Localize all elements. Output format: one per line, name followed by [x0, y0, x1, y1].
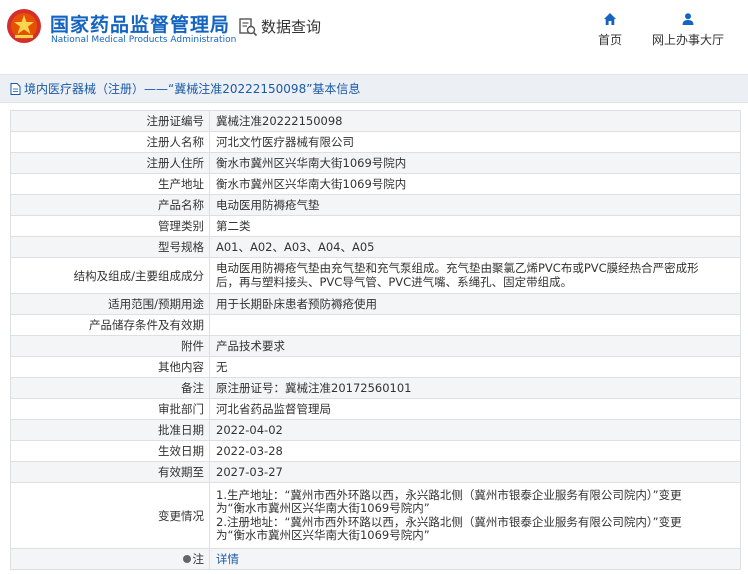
field-label: 产品名称 — [10, 194, 210, 216]
field-label-note: 注 — [10, 548, 210, 570]
field-value: 原注册证号：冀械注准20172560101 — [209, 377, 741, 399]
site-header: 国家药品监督管理局 National Medical Products Admi… — [0, 0, 748, 62]
field-value-line: 为“衡水市冀州区兴华南大街1069号院内” — [216, 528, 430, 542]
field-value: 详情 — [209, 548, 741, 570]
field-label: 注册人住所 — [10, 152, 210, 174]
field-label: 批准日期 — [10, 419, 210, 441]
row-structure-composition: 结构及组成/主要组成成分 电动医用防褥疮气垫由充气垫和充气泵组成。充气垫由聚氯乙… — [10, 257, 741, 294]
row-product-name: 产品名称 电动医用防褥疮气垫 — [10, 194, 741, 216]
row-registration-number: 注册证编号 冀械注准20222150098 — [10, 110, 741, 132]
field-value-line: 后，再与塑料接头、PVC导气管、PVC进气嘴、系绳孔、固定带组成。 — [216, 274, 573, 289]
row-model-spec: 型号规格 A01、A02、A03、A04、A05 — [10, 236, 741, 258]
field-label: 有效期至 — [10, 461, 210, 483]
field-label: 型号规格 — [10, 236, 210, 258]
field-value-line: 电动医用防褥疮气垫由充气垫和充气泵组成。充气垫由聚氯乙烯PVC布或PVC膜经热合… — [216, 261, 699, 275]
site-name-en[interactable]: National Medical Products Administration — [51, 35, 236, 45]
row-approval-department: 审批部门 河北省药品监督管理局 — [10, 398, 741, 420]
field-value: 电动医用防褥疮气垫 — [209, 194, 741, 216]
field-value: 2022-04-02 — [209, 419, 741, 441]
field-value — [209, 314, 741, 336]
field-label: 其他内容 — [10, 356, 210, 378]
row-management-category: 管理类别 第二类 — [10, 215, 741, 237]
field-value: 河北省药品监督管理局 — [209, 398, 741, 420]
home-icon — [604, 13, 616, 25]
row-note: 注 详情 — [10, 548, 741, 570]
field-value: 用于长期卧床患者预防褥疮使用 — [209, 293, 741, 315]
site-name-cn[interactable]: 国家药品监督管理局 — [50, 10, 230, 37]
breadcrumb: 境内医疗器械（注册）——“冀械注准20222150098”基本信息 — [0, 74, 748, 103]
field-label: 管理类别 — [10, 215, 210, 237]
row-effective-date: 生效日期 2022-03-28 — [10, 440, 741, 462]
field-label: 变更情况 — [10, 482, 210, 549]
field-value-line: 2.注册地址：“冀州市西外环路以西，永兴路北侧（冀州市银泰企业服务有限公司院内）… — [216, 514, 682, 529]
row-remarks: 备注 原注册证号：冀械注准20172560101 — [10, 377, 741, 399]
field-label: 备注 — [10, 377, 210, 399]
field-value: 2027-03-27 — [209, 461, 741, 483]
field-value: 无 — [209, 356, 741, 378]
row-registrant-name: 注册人名称 河北文竹医疗器械有限公司 — [10, 131, 741, 153]
field-value: 衡水市冀州区兴华南大街1069号院内 — [209, 173, 741, 195]
document-icon — [10, 82, 21, 95]
row-valid-until: 有效期至 2027-03-27 — [10, 461, 741, 483]
field-label: 注册证编号 — [10, 110, 210, 132]
field-label: 注册人名称 — [10, 131, 210, 153]
breadcrumb-text: 境内医疗器械（注册）——“冀械注准20222150098”基本信息 — [24, 82, 361, 96]
row-registrant-address: 注册人住所 衡水市冀州区兴华南大街1069号院内 — [10, 152, 741, 174]
field-value: 衡水市冀州区兴华南大街1069号院内 — [209, 152, 741, 174]
field-value-line: 1.生产地址：“冀州市西外环路以西，永兴路北侧（冀州市银泰企业服务有限公司院内）… — [216, 487, 682, 502]
field-value-line: 为“衡水市冀州区兴华南大街1069号院内” — [216, 501, 430, 515]
field-value: 河北文竹医疗器械有限公司 — [209, 131, 741, 153]
row-storage-shelf-life: 产品储存条件及有效期 — [10, 314, 741, 336]
field-label: 适用范围/预期用途 — [10, 293, 210, 315]
field-value: 1.生产地址：“冀州市西外环路以西，永兴路北侧（冀州市银泰企业服务有限公司院内）… — [209, 482, 741, 549]
registration-detail-table: 注册证编号 冀械注准20222150098 注册人名称 河北文竹医疗器械有限公司… — [10, 110, 741, 570]
user-icon — [682, 13, 694, 25]
nav-online-hall[interactable]: 网上办事大厅 — [652, 12, 724, 48]
field-value: A01、A02、A03、A04、A05 — [209, 236, 741, 258]
details-link[interactable]: 详情 — [216, 552, 239, 566]
field-value: 第二类 — [209, 215, 741, 237]
field-value: 2022-03-28 — [209, 440, 741, 462]
nmpa-emblem-icon[interactable] — [6, 8, 42, 44]
row-other-content: 其他内容 无 — [10, 356, 741, 378]
row-production-address: 生产地址 衡水市冀州区兴华南大街1069号院内 — [10, 173, 741, 195]
note-label: 注 — [192, 552, 205, 566]
data-query-label: 数据查询 — [261, 18, 322, 36]
nav-home-label: 首页 — [598, 33, 623, 47]
row-approval-date: 批准日期 2022-04-02 — [10, 419, 741, 441]
nav-online-hall-label: 网上办事大厅 — [652, 33, 725, 47]
field-label: 结构及组成/主要组成成分 — [10, 257, 210, 294]
field-label: 产品储存条件及有效期 — [10, 314, 210, 336]
field-label: 生产地址 — [10, 173, 210, 195]
note-bullet-icon — [182, 555, 191, 563]
field-value: 产品技术要求 — [209, 335, 741, 357]
row-change-history: 变更情况 1.生产地址：“冀州市西外环路以西，永兴路北侧（冀州市银泰企业服务有限… — [10, 482, 741, 549]
field-label: 生效日期 — [10, 440, 210, 462]
data-query-icon — [239, 17, 258, 36]
field-value: 电动医用防褥疮气垫由充气垫和充气泵组成。充气垫由聚氯乙烯PVC布或PVC膜经热合… — [209, 257, 741, 294]
field-value: 冀械注准20222150098 — [209, 110, 741, 132]
field-label: 附件 — [10, 335, 210, 357]
data-query-link[interactable]: 数据查询 — [238, 16, 321, 37]
field-label: 审批部门 — [10, 398, 210, 420]
row-intended-use: 适用范围/预期用途 用于长期卧床患者预防褥疮使用 — [10, 293, 741, 315]
nav-home[interactable]: 首页 — [598, 12, 622, 48]
row-attachment: 附件 产品技术要求 — [10, 335, 741, 357]
